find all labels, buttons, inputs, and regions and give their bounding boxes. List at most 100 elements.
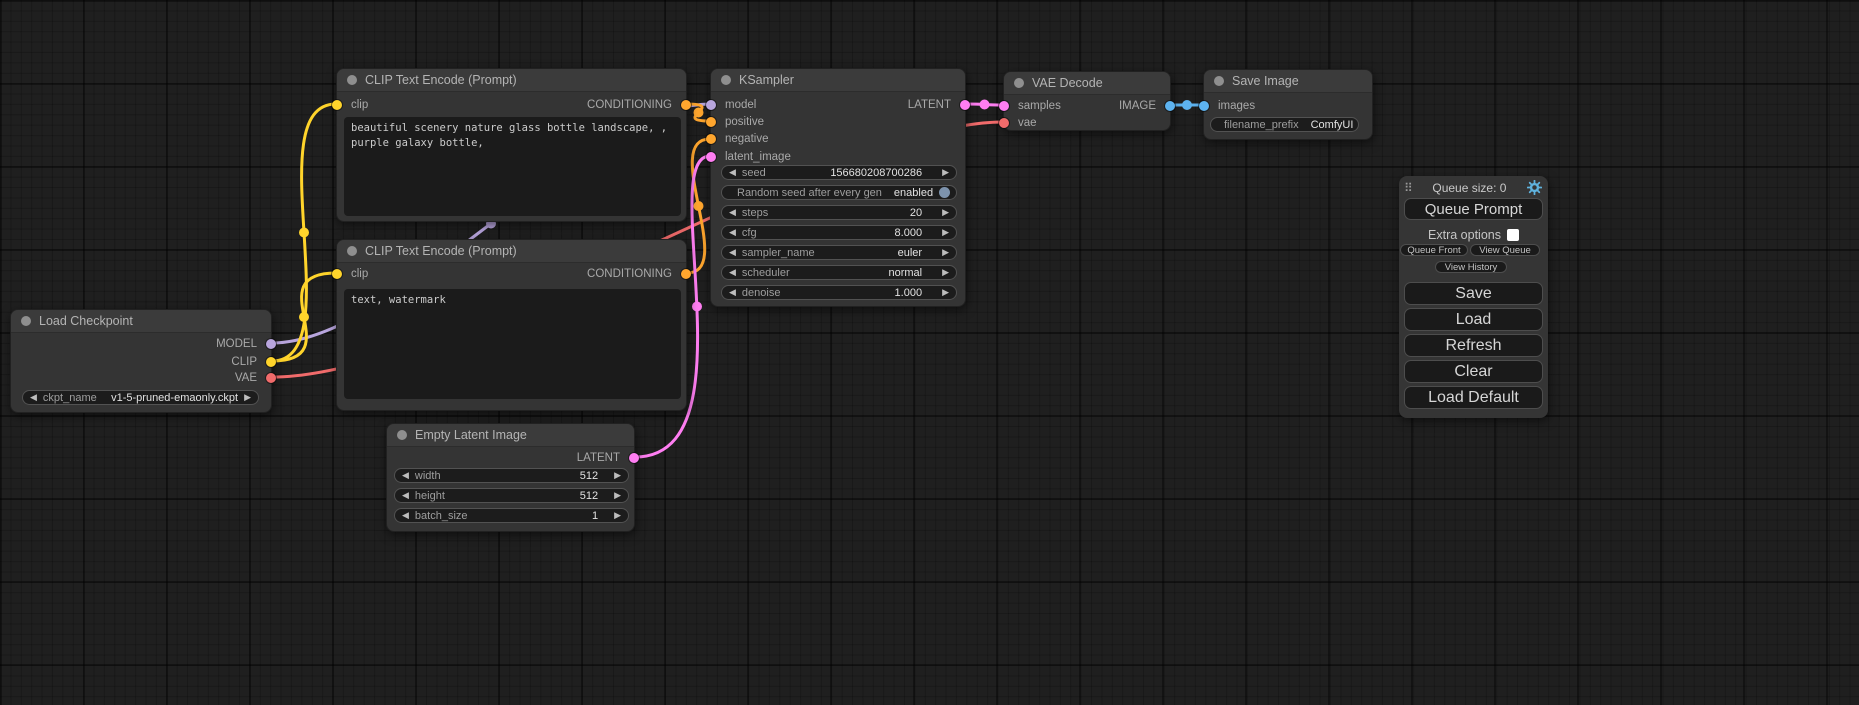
stepper-right-arrow-icon[interactable]: ▶	[942, 288, 949, 297]
stepper-right-arrow-icon[interactable]: ▶	[942, 248, 949, 257]
save-button[interactable]: Save	[1404, 282, 1543, 305]
toggle-knob[interactable]	[939, 187, 950, 198]
extra-options-checkbox[interactable]	[1507, 229, 1519, 241]
widget-denoise[interactable]: ◀ denoise 1.000 ▶	[721, 285, 957, 300]
node-load-checkpoint[interactable]: Load Checkpoint MODEL CLIP VAE ◀ ckpt_na…	[10, 309, 272, 413]
port-dot-positive[interactable]	[706, 117, 716, 127]
node-titlebar[interactable]: CLIP Text Encode (Prompt)	[337, 69, 686, 92]
widget-batch-size[interactable]: ◀ batch_size 1 ▶	[394, 508, 629, 523]
stepper-right-arrow-icon[interactable]: ▶	[942, 268, 949, 277]
input-port-images[interactable]: images	[1204, 98, 1372, 114]
port-dot-latent-image[interactable]	[706, 152, 716, 162]
port-dot-conditioning[interactable]	[681, 100, 691, 110]
output-port-image[interactable]: IMAGE	[1004, 98, 1170, 114]
prompt-textarea[interactable]: text, watermark	[344, 289, 681, 399]
stepper-left-arrow-icon[interactable]: ◀	[30, 393, 37, 402]
collapse-dot-icon[interactable]	[1214, 76, 1224, 86]
stepper-right-arrow-icon[interactable]: ▶	[942, 208, 949, 217]
input-port-negative[interactable]: negative	[711, 131, 965, 147]
view-history-button[interactable]: View History	[1435, 261, 1507, 273]
collapse-dot-icon[interactable]	[347, 246, 357, 256]
widget-scheduler[interactable]: ◀ scheduler normal ▶	[721, 265, 957, 280]
link-midpoint-dot-cond_pos[interactable]	[694, 108, 704, 118]
widget-seed[interactable]: ◀ seed 156680208700286 ▶	[721, 165, 957, 180]
link-midpoint-dot-ks_latent[interactable]	[980, 100, 990, 110]
widget-sampler-name[interactable]: ◀ sampler_name euler ▶	[721, 245, 957, 260]
node-titlebar[interactable]: VAE Decode	[1004, 72, 1170, 95]
input-port-positive[interactable]: positive	[711, 114, 965, 130]
link-midpoint-dot-cond_neg[interactable]	[694, 201, 704, 211]
node-titlebar[interactable]: CLIP Text Encode (Prompt)	[337, 240, 686, 263]
drag-handle[interactable]: ⠿	[1404, 181, 1412, 195]
node-vae-decode[interactable]: VAE Decode samples vae IMAGE	[1003, 71, 1171, 131]
node-clip-text-encode-negative[interactable]: CLIP Text Encode (Prompt) clip CONDITION…	[336, 239, 687, 411]
stepper-left-arrow-icon[interactable]: ◀	[729, 208, 736, 217]
stepper-left-arrow-icon[interactable]: ◀	[402, 491, 409, 500]
stepper-left-arrow-icon[interactable]: ◀	[402, 511, 409, 520]
input-port-vae[interactable]: vae	[1004, 115, 1170, 131]
stepper-right-arrow-icon[interactable]: ▶	[614, 511, 621, 520]
port-dot-latent[interactable]	[629, 453, 639, 463]
node-graph-canvas[interactable]: Load Checkpoint MODEL CLIP VAE ◀ ckpt_na…	[0, 0, 1859, 705]
output-port-conditioning[interactable]: CONDITIONING	[337, 266, 686, 282]
node-save-image[interactable]: Save Image images filename_prefix ComfyU…	[1203, 69, 1373, 140]
output-port-model[interactable]: MODEL	[11, 336, 271, 352]
widget-height[interactable]: ◀ height 512 ▶	[394, 488, 629, 503]
node-titlebar[interactable]: Save Image	[1204, 70, 1372, 93]
output-port-latent[interactable]: LATENT	[711, 97, 965, 113]
collapse-dot-icon[interactable]	[21, 316, 31, 326]
node-titlebar[interactable]: Load Checkpoint	[11, 310, 271, 333]
port-dot-conditioning[interactable]	[681, 269, 691, 279]
port-dot-latent[interactable]	[960, 100, 970, 110]
port-dot-negative[interactable]	[706, 134, 716, 144]
stepper-left-arrow-icon[interactable]: ◀	[729, 228, 736, 237]
load-button[interactable]: Load	[1404, 308, 1543, 331]
collapse-dot-icon[interactable]	[397, 430, 407, 440]
link-midpoint-dot-latent[interactable]	[692, 302, 702, 312]
queue-front-button[interactable]: Queue Front	[1400, 244, 1468, 256]
output-port-vae[interactable]: VAE	[11, 370, 271, 386]
output-port-conditioning[interactable]: CONDITIONING	[337, 97, 686, 113]
stepper-right-arrow-icon[interactable]: ▶	[614, 471, 621, 480]
link-midpoint-dot-image[interactable]	[1182, 100, 1192, 110]
port-dot-model[interactable]	[266, 339, 276, 349]
node-empty-latent-image[interactable]: Empty Latent Image LATENT ◀ width 512 ▶ …	[386, 423, 635, 532]
output-port-latent[interactable]: LATENT	[387, 450, 634, 466]
stepper-left-arrow-icon[interactable]: ◀	[402, 471, 409, 480]
port-dot-clip[interactable]	[266, 357, 276, 367]
stepper-left-arrow-icon[interactable]: ◀	[729, 248, 736, 257]
node-titlebar[interactable]: KSampler	[711, 69, 965, 92]
port-dot-vae[interactable]	[266, 373, 276, 383]
port-dot-vae[interactable]	[999, 118, 1009, 128]
output-port-clip[interactable]: CLIP	[11, 354, 271, 370]
refresh-button[interactable]: Refresh	[1404, 334, 1543, 357]
widget-cfg[interactable]: ◀ cfg 8.000 ▶	[721, 225, 957, 240]
widget-random-seed-toggle[interactable]: Random seed after every gen enabled	[721, 185, 957, 200]
load-default-button[interactable]: Load Default	[1404, 386, 1543, 409]
collapse-dot-icon[interactable]	[347, 75, 357, 85]
stepper-left-arrow-icon[interactable]: ◀	[729, 288, 736, 297]
widget-steps[interactable]: ◀ steps 20 ▶	[721, 205, 957, 220]
stepper-right-arrow-icon[interactable]: ▶	[942, 168, 949, 177]
clear-button[interactable]: Clear	[1404, 360, 1543, 383]
view-queue-button[interactable]: View Queue	[1470, 244, 1540, 256]
port-dot-images[interactable]	[1199, 101, 1209, 111]
widget-filename-prefix[interactable]: filename_prefix ComfyUI	[1210, 117, 1359, 132]
widget-ckpt-name[interactable]: ◀ ckpt_name v1-5-pruned-emaonly.ckpt ▶	[22, 390, 259, 405]
collapse-dot-icon[interactable]	[721, 75, 731, 85]
collapse-dot-icon[interactable]	[1014, 78, 1024, 88]
link-midpoint-dot-clip_pos[interactable]	[299, 228, 309, 238]
queue-prompt-button[interactable]: Queue Prompt	[1404, 198, 1543, 220]
stepper-left-arrow-icon[interactable]: ◀	[729, 268, 736, 277]
settings-gear-icon[interactable]	[1527, 180, 1542, 195]
widget-width[interactable]: ◀ width 512 ▶	[394, 468, 629, 483]
prompt-textarea[interactable]: beautiful scenery nature glass bottle la…	[344, 117, 681, 216]
node-ksampler[interactable]: KSampler model positive negative latent_…	[710, 68, 966, 307]
input-port-latent-image[interactable]: latent_image	[711, 149, 965, 165]
link-midpoint-dot-clip_neg[interactable]	[299, 312, 309, 322]
port-dot-image[interactable]	[1165, 101, 1175, 111]
node-titlebar[interactable]: Empty Latent Image	[387, 424, 634, 447]
node-clip-text-encode-positive[interactable]: CLIP Text Encode (Prompt) clip CONDITION…	[336, 68, 687, 222]
stepper-right-arrow-icon[interactable]: ▶	[244, 393, 251, 402]
stepper-right-arrow-icon[interactable]: ▶	[614, 491, 621, 500]
